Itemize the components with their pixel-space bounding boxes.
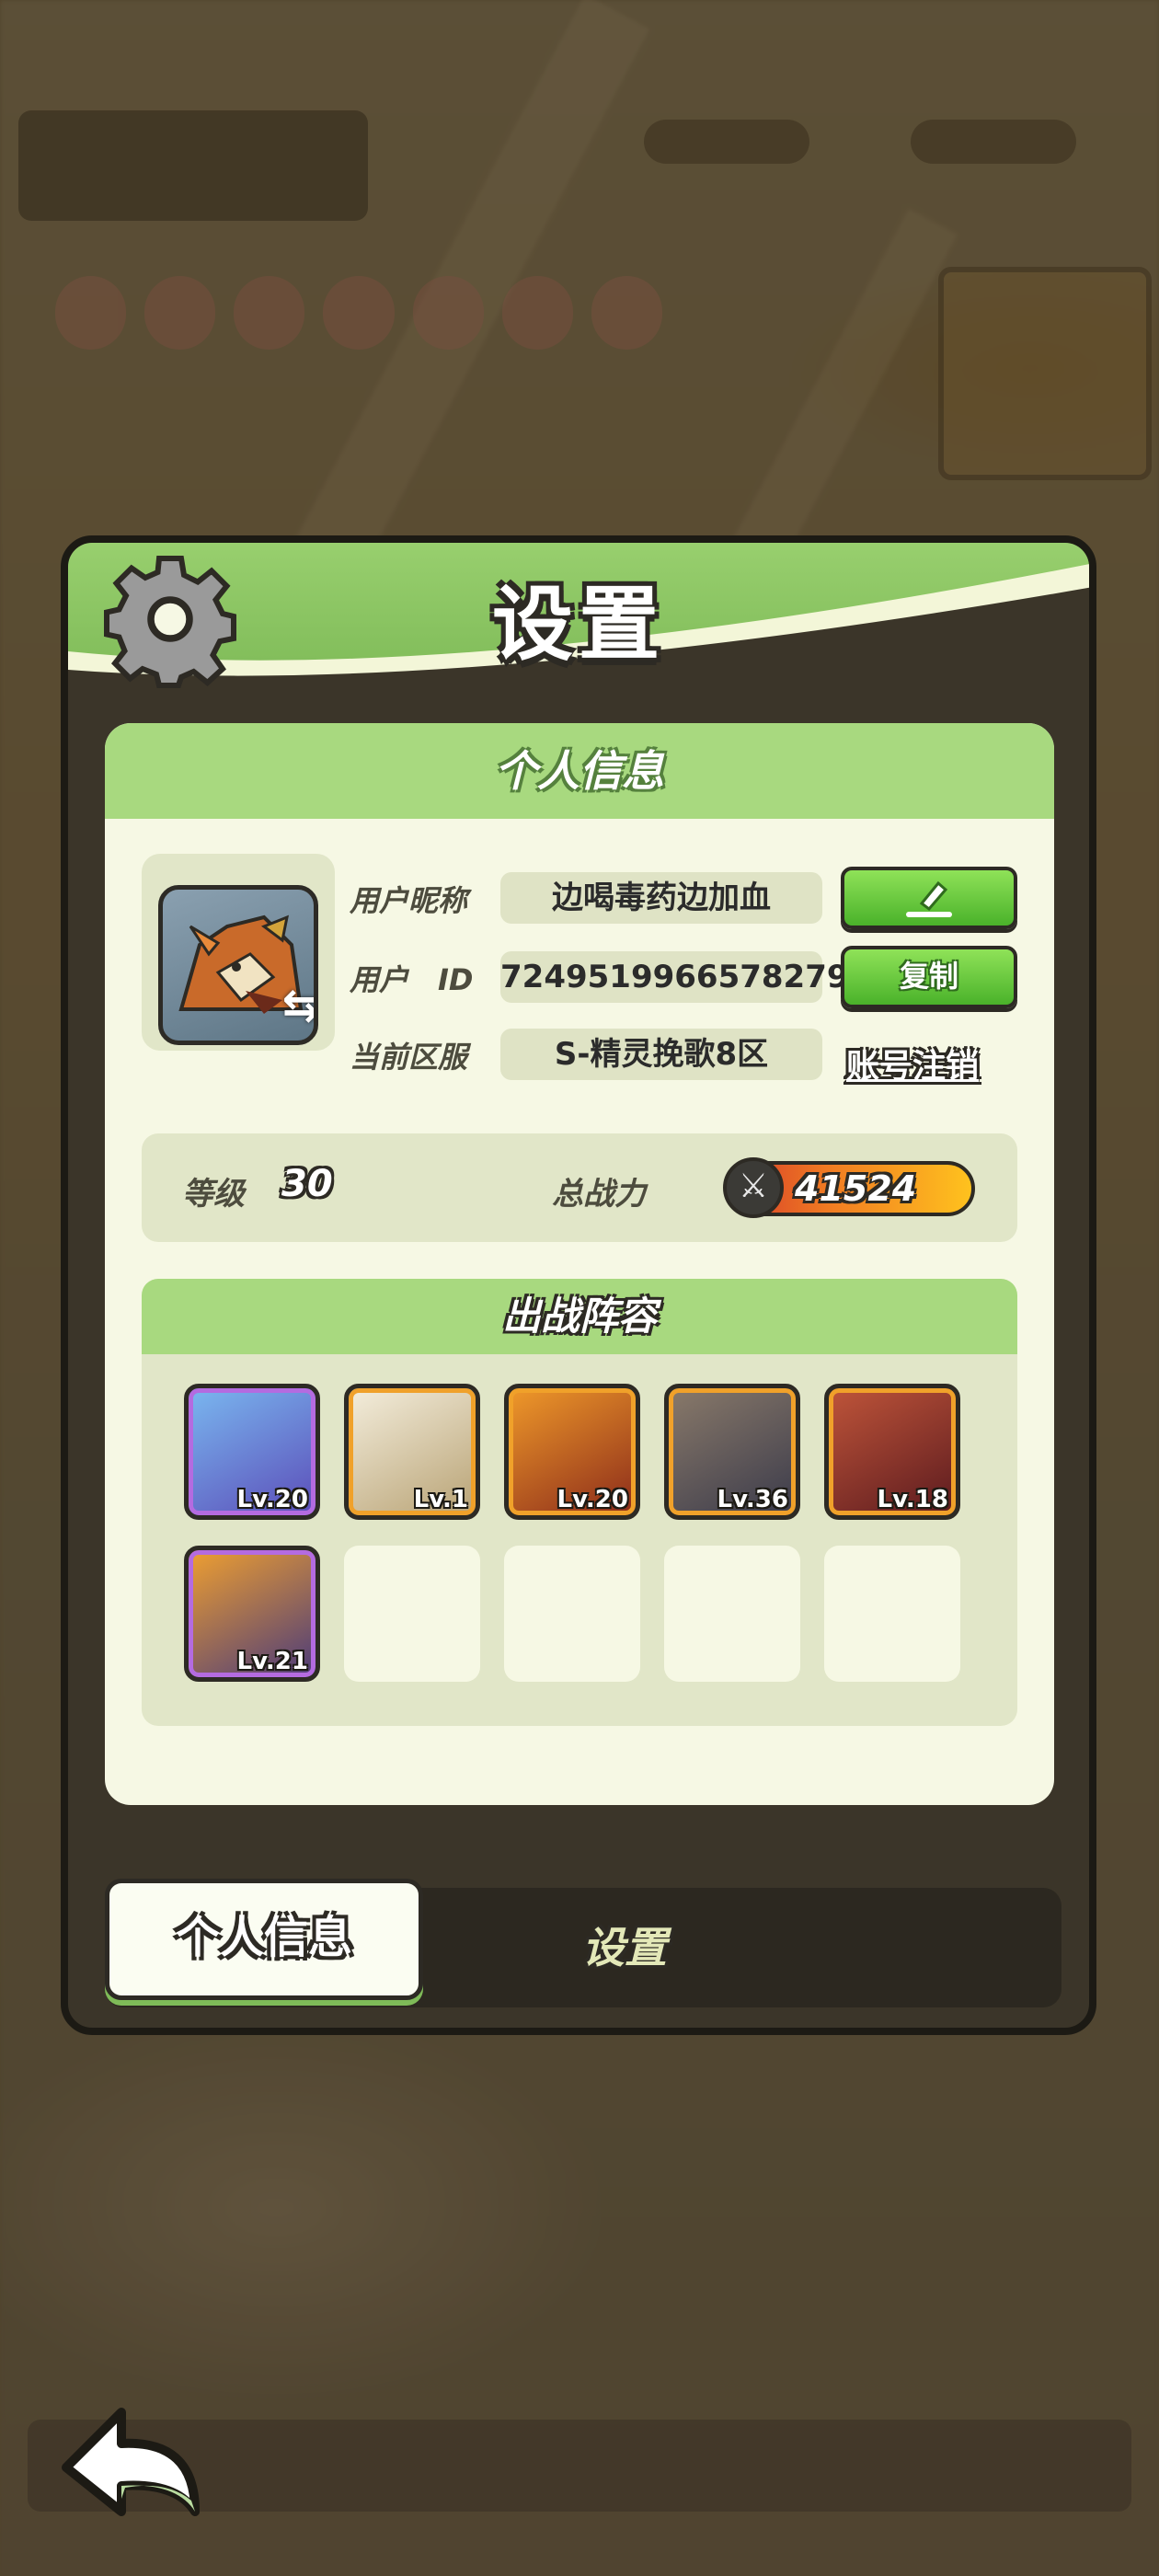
hero-level: Lv.21 [236, 1648, 308, 1675]
profile-section-title: 个人信息 [105, 723, 1054, 819]
cancel-account-link[interactable]: 账号注销 [846, 1040, 979, 1087]
avatar-frame: ⇆ [142, 854, 335, 1051]
profile-card: 个人信息 ⇆ 用户昵称 边喝毒药边加血 用户 ID 72495199665782… [105, 723, 1054, 1805]
hero-slot[interactable]: Lv.20 [184, 1384, 320, 1520]
hero-slot[interactable]: Lv.18 [824, 1384, 960, 1520]
lineup-slots: Lv.20 Lv.1 Lv.20 Lv.36 Lv.18 Lv.21 [184, 1384, 984, 1682]
empty-slot[interactable] [824, 1546, 960, 1682]
power-value: 41524 [795, 1168, 917, 1209]
level-value: 30 [281, 1163, 333, 1205]
tab-settings[interactable]: 设置 [482, 1888, 767, 2007]
hero-level: Lv.36 [717, 1486, 788, 1513]
hero-slot[interactable]: Lv.20 [504, 1384, 640, 1520]
edit-nickname-button[interactable] [841, 867, 1017, 929]
power-label: 总战力 [552, 1176, 646, 1213]
stats-bar: 等级 30 总战力 ⚔ 41524 [142, 1133, 1017, 1242]
power-badge: ⚔ 41524 [723, 1157, 975, 1218]
server-label: 当前区服 [350, 1040, 468, 1075]
avatar[interactable]: ⇆ [158, 885, 318, 1045]
hero-level: Lv.20 [557, 1486, 628, 1513]
hero-slot[interactable]: Lv.1 [344, 1384, 480, 1520]
hero-level: Lv.20 [236, 1486, 308, 1513]
hero-level: Lv.1 [413, 1486, 468, 1513]
hero-slot[interactable]: Lv.36 [664, 1384, 800, 1520]
hero-slot[interactable]: Lv.21 [184, 1546, 320, 1682]
user-id-label: 用户 ID [350, 962, 474, 997]
hero-level: Lv.18 [877, 1486, 948, 1513]
edit-pencil-icon [906, 880, 952, 917]
server-value: S-精灵挽歌8区 [500, 1029, 822, 1080]
nickname-value: 边喝毒药边加血 [500, 872, 822, 924]
dialog-title: 设置 [491, 577, 665, 672]
copy-id-button[interactable]: 复制 [841, 946, 1017, 1008]
lineup-title: 出战阵容 [142, 1279, 1017, 1354]
empty-slot[interactable] [344, 1546, 480, 1682]
empty-slot[interactable] [664, 1546, 800, 1682]
crossed-swords-icon: ⚔ [723, 1157, 784, 1218]
level-label: 等级 [182, 1176, 245, 1213]
settings-dialog: 设置 个人信息 ⇆ 用户昵称 边喝毒药边加血 用户 ID 72495199665… [61, 535, 1096, 2035]
tab-profile[interactable]: 个人信息 [105, 1879, 423, 2000]
battle-lineup: 出战阵容 Lv.20 Lv.1 Lv.20 Lv.36 Lv.18 Lv.21 [142, 1279, 1017, 1726]
user-id-value: 72495199665782793 [500, 951, 870, 1003]
dialog-tab-bar: 个人信息 设置 [105, 1879, 1061, 2007]
swap-icon[interactable]: ⇆ [282, 980, 314, 1031]
empty-slot[interactable] [504, 1546, 640, 1682]
back-arrow-icon[interactable] [57, 2403, 213, 2523]
nickname-label: 用户昵称 [350, 883, 468, 918]
